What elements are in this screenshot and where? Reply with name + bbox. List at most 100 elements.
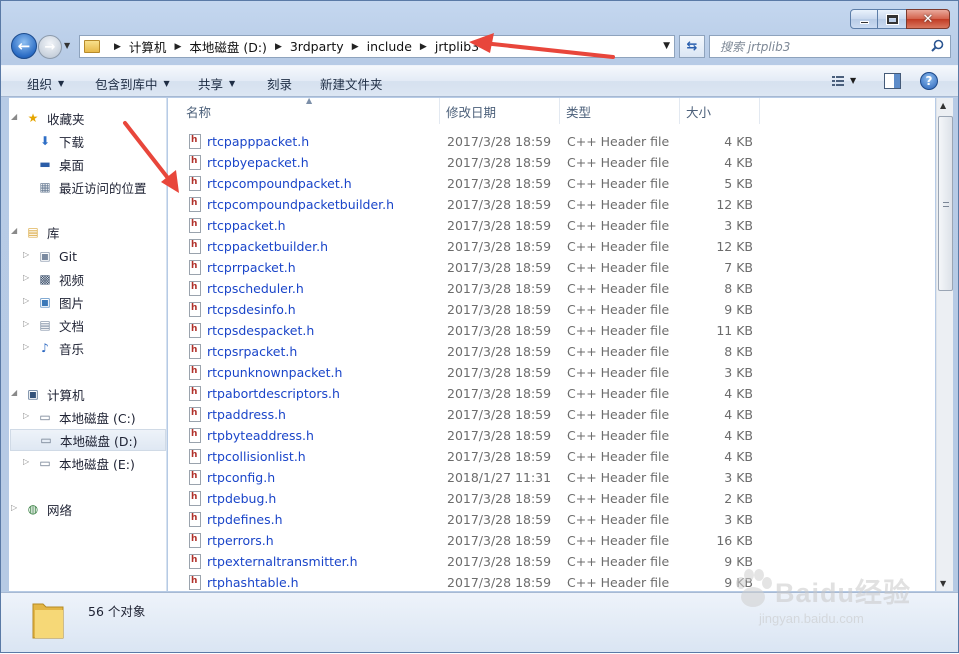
minimize-button[interactable] [850, 9, 878, 29]
table-row[interactable]: rtcpsdespacket.h 2017/3/28 18:59 C++ Heade… [168, 320, 935, 341]
vertical-scrollbar[interactable]: ▲ ▼ [936, 98, 953, 591]
address-dropdown-icon[interactable]: ▼ [663, 41, 670, 51]
sidebar-item-music[interactable]: ▷ ♪ 音乐 [23, 337, 84, 359]
table-row[interactable]: rtperrors.h 2017/3/28 18:59 C++ Header fil… [168, 530, 935, 551]
table-row[interactable]: rtcpsdesinfo.h 2017/3/28 18:59 C++ Header … [168, 299, 935, 320]
table-row[interactable]: rtpbyteaddress.h 2017/3/28 18:59 C++ Heade… [168, 425, 935, 446]
file-type: C++ Header file [567, 386, 670, 401]
scroll-up-icon[interactable]: ▲ [940, 101, 946, 110]
table-row[interactable]: rtcppacket.h 2017/3/28 18:59 C++ Header fi… [168, 215, 935, 236]
sidebar-item-downloads[interactable]: ⬇ 下载 [37, 130, 84, 152]
view-options-icon[interactable] [831, 74, 845, 88]
file-type: C++ Header file [567, 533, 670, 548]
expand-icon[interactable]: ◢ [11, 226, 17, 235]
recent-pages-dropdown[interactable]: ▼ [64, 41, 74, 50]
file-name: rtcpunknownpacket.h [207, 365, 343, 380]
refresh-button[interactable]: ⇆ [679, 35, 705, 58]
sidebar-item-drive-e[interactable]: ▷ ▭ 本地磁盘 (E:) [23, 452, 135, 474]
breadcrumb-drive-d[interactable]: 本地磁盘 (D:) [189, 37, 267, 56]
forward-button[interactable]: → [38, 35, 62, 59]
table-row[interactable]: rtcpbyepacket.h 2017/3/28 18:59 C++ Header… [168, 152, 935, 173]
expand-icon[interactable]: ▷ [11, 503, 17, 512]
sidebar-item-documents[interactable]: ▷ ▤ 文档 [23, 314, 84, 336]
include-in-library-menu[interactable]: 包含到库中 ▼ [95, 74, 170, 93]
sidebar-item-libraries[interactable]: ◢ ▤ 库 [11, 221, 60, 243]
sidebar-item-label: 本地磁盘 (C:) [59, 410, 136, 426]
search-input[interactable]: 搜索 jrtplib3 [720, 38, 790, 55]
new-folder-button[interactable]: 新建文件夹 [320, 74, 383, 93]
expand-icon[interactable]: ▷ [23, 273, 29, 282]
file-size: 3 KB [724, 512, 753, 527]
sidebar-item-computer[interactable]: ◢ ▣ 计算机 [11, 383, 85, 405]
sidebar-item-git[interactable]: ▷ ▣ Git [23, 245, 77, 267]
chevron-right-icon[interactable]: ▶ [352, 42, 359, 52]
folder-icon [84, 40, 100, 53]
table-row[interactable]: rtcpcompoundpacketbuilder.h 2017/3/28 18:… [168, 194, 935, 215]
breadcrumb-jrtplib3[interactable]: jrtplib3 [435, 39, 479, 54]
table-row[interactable]: rtcprrpacket.h 2017/3/28 18:59 C++ Header … [168, 257, 935, 278]
header-file-icon [189, 239, 201, 254]
column-header-size[interactable]: 大小 [680, 98, 760, 124]
hard-drive-icon: ▭ [40, 433, 52, 447]
chevron-down-icon[interactable]: ▼ [850, 76, 856, 85]
sidebar-item-favorites[interactable]: ◢ ★ 收藏夹 [11, 107, 85, 129]
sidebar-item-label: 网络 [47, 502, 73, 518]
table-row[interactable]: rtcpunknownpacket.h 2017/3/28 18:59 C++ He… [168, 362, 935, 383]
back-button[interactable]: ← [11, 33, 37, 59]
table-row[interactable]: rtcppacketbuilder.h 2017/3/28 18:59 C++ He… [168, 236, 935, 257]
expand-icon[interactable]: ▷ [23, 457, 29, 466]
sidebar-item-drive-d[interactable]: ▭ 本地磁盘 (D:) [10, 429, 166, 451]
file-name: rtpconfig.h [207, 470, 276, 485]
file-list: ▲ 名称 修改日期 类型 大小 rtcpapppacket.h2017/3/28… [168, 98, 935, 591]
command-bar: 组织 ▼ 包含到库中 ▼ 共享 ▼ 刻录 新建文件夹 ▼ ? [1, 65, 958, 97]
table-row[interactable]: rtpabortdescriptors.h 2017/3/28 18:59 C++ … [168, 383, 935, 404]
expand-icon[interactable]: ▷ [23, 296, 29, 305]
burn-button[interactable]: 刻录 [267, 74, 292, 93]
header-file-icon [189, 449, 201, 464]
close-button[interactable]: ✕ [906, 9, 950, 29]
expand-icon[interactable]: ▷ [23, 411, 29, 420]
search-box[interactable]: 搜索 jrtplib3 [709, 35, 951, 58]
expand-icon[interactable]: ▷ [23, 250, 29, 259]
preview-pane-icon[interactable] [884, 73, 901, 89]
sidebar-item-drive-c[interactable]: ▷ ▭ 本地磁盘 (C:) [23, 406, 136, 428]
table-row[interactable]: rtpaddress.h 2017/3/28 18:59 C++ Header fi… [168, 404, 935, 425]
breadcrumb-include[interactable]: include [367, 39, 412, 54]
maximize-button[interactable] [878, 9, 906, 29]
address-bar[interactable]: ▶ 计算机 ▶ 本地磁盘 (D:) ▶ 3rdparty ▶ include ▶… [79, 35, 675, 58]
chevron-right-icon[interactable]: ▶ [114, 42, 121, 52]
table-row[interactable]: rtpdebug.h 2017/3/28 18:59 C++ Header file… [168, 488, 935, 509]
column-header-date[interactable]: 修改日期 [440, 98, 560, 124]
table-row[interactable]: rtcpscheduler.h 2017/3/28 18:59 C++ Header… [168, 278, 935, 299]
file-name: rtcpsrpacket.h [207, 344, 298, 359]
scrollbar-thumb[interactable] [938, 116, 953, 291]
expand-icon[interactable]: ◢ [11, 388, 17, 397]
table-row[interactable]: rtcpcompoundpacket.h 2017/3/28 18:59 C++ H… [168, 173, 935, 194]
sidebar-item-desktop[interactable]: ▬ 桌面 [37, 153, 84, 175]
breadcrumb-computer[interactable]: 计算机 [129, 37, 167, 56]
column-header-name[interactable]: 名称 [180, 98, 440, 124]
file-date: 2017/3/28 18:59 [447, 302, 552, 317]
column-header-label: 类型 [566, 104, 592, 120]
sidebar-item-videos[interactable]: ▷ ▩ 视频 [23, 268, 84, 290]
expand-icon[interactable]: ▷ [23, 319, 29, 328]
table-row[interactable]: rtcpapppacket.h 2017/3/28 18:59 C++ Header… [168, 131, 935, 152]
column-header-type[interactable]: 类型 [560, 98, 680, 124]
search-icon[interactable] [931, 39, 944, 52]
table-row[interactable]: rtpdefines.h 2017/3/28 18:59 C++ Header fi… [168, 509, 935, 530]
table-row[interactable]: rtpconfig.h 2018/1/27 11:31 C++ Header fil… [168, 467, 935, 488]
breadcrumb-3rdparty[interactable]: 3rdparty [290, 39, 344, 54]
help-icon[interactable]: ? [920, 72, 938, 90]
organize-menu[interactable]: 组织 ▼ [27, 74, 64, 93]
expand-icon[interactable]: ◢ [11, 112, 17, 121]
sidebar-item-pictures[interactable]: ▷ ▣ 图片 [23, 291, 84, 313]
share-menu[interactable]: 共享 ▼ [198, 74, 235, 93]
chevron-right-icon[interactable]: ▶ [275, 42, 282, 52]
table-row[interactable]: rtcpsrpacket.h 2017/3/28 18:59 C++ Header … [168, 341, 935, 362]
sidebar-item-network[interactable]: ▷ ◍ 网络 [11, 498, 73, 520]
table-row[interactable]: rtpcollisionlist.h 2017/3/28 18:59 C++ Hea… [168, 446, 935, 467]
chevron-right-icon[interactable]: ▶ [174, 42, 181, 52]
chevron-right-icon[interactable]: ▶ [420, 42, 427, 52]
sidebar-item-recent[interactable]: ▦ 最近访问的位置 [37, 176, 146, 198]
expand-icon[interactable]: ▷ [23, 342, 29, 351]
